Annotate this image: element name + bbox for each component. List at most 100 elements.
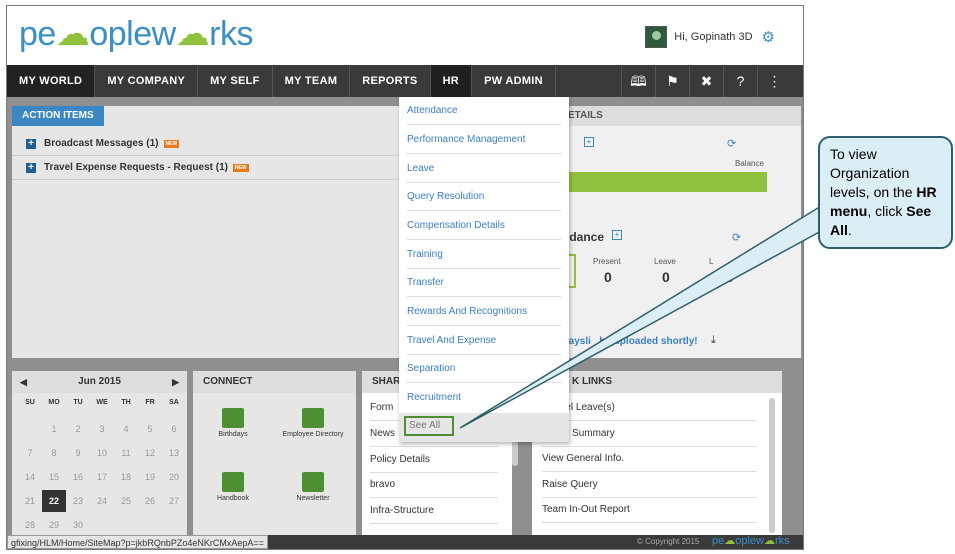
calendar-day[interactable]: 15 bbox=[42, 466, 66, 488]
calendar-day[interactable]: 21 bbox=[18, 490, 42, 512]
quick-links-title: K LINKS bbox=[532, 371, 782, 393]
quick-link[interactable]: Team In-Out Report bbox=[542, 497, 757, 523]
directory-label: Employee Directory bbox=[282, 431, 344, 438]
calendar-day[interactable]: 2 bbox=[66, 418, 90, 440]
calendar-day[interactable]: 6 bbox=[162, 418, 186, 440]
menu-item-separation[interactable]: Separation bbox=[407, 355, 561, 383]
expand-icon[interactable]: + bbox=[584, 137, 594, 147]
calendar-day[interactable]: 4 bbox=[114, 418, 138, 440]
calendar-day[interactable]: 27 bbox=[162, 490, 186, 512]
calendar-day[interactable]: 26 bbox=[138, 490, 162, 512]
calendar-day[interactable]: 9 bbox=[66, 442, 90, 464]
menu-item-transfer[interactable]: Transfer bbox=[407, 269, 561, 297]
tab-pw-admin[interactable]: PW ADMIN bbox=[472, 65, 556, 97]
menu-item-attendance[interactable]: Attendance bbox=[407, 97, 561, 125]
calendar-day[interactable]: 13 bbox=[162, 442, 186, 464]
gear-icon[interactable]: ⚙ bbox=[762, 28, 775, 46]
instruction-callout: To view Organization levels, on the HR m… bbox=[818, 136, 953, 249]
tab-hr[interactable]: HR bbox=[430, 65, 473, 97]
refresh-icon[interactable]: ⟳ bbox=[732, 231, 741, 244]
calendar-day[interactable]: 8 bbox=[42, 442, 66, 464]
calendar-day[interactable]: 3 bbox=[90, 418, 114, 440]
tab-my-company[interactable]: MY COMPANY bbox=[95, 65, 199, 97]
user-greeting: Hi, Gopinath 3D bbox=[674, 31, 753, 43]
hierarchy-icon[interactable]: ⋮ bbox=[757, 65, 791, 97]
calendar-day[interactable]: 23 bbox=[66, 490, 90, 512]
plus-icon[interactable]: + bbox=[26, 162, 36, 173]
calendar-day[interactable]: 29 bbox=[42, 514, 66, 536]
quick-link[interactable]: Cancel Leave(s) bbox=[542, 395, 757, 421]
status-bar-url: gfixing/HLM/Home/SiteMap?p=jkbRQnbPZo4eN… bbox=[7, 535, 268, 549]
calendar-day[interactable]: 25 bbox=[114, 490, 138, 512]
day-of-week-label: FR bbox=[145, 399, 155, 406]
calendar-day[interactable]: 17 bbox=[90, 466, 114, 488]
calendar-day[interactable]: 24 bbox=[90, 490, 114, 512]
action-item-row[interactable]: + Broadcast Messages (1) NEW bbox=[12, 132, 399, 156]
action-item-row[interactable]: + Travel Expense Requests - Request (1) … bbox=[12, 156, 399, 180]
calendar-day[interactable]: 19 bbox=[138, 466, 162, 488]
present-label: Present bbox=[593, 257, 621, 266]
quick-link[interactable]: Leave Summary bbox=[542, 421, 757, 447]
menu-item-rewards-and-recognitions[interactable]: Rewards And Recognitions bbox=[407, 298, 561, 326]
share-item[interactable]: bravo bbox=[370, 472, 498, 498]
tab-my-self[interactable]: MY SELF bbox=[198, 65, 273, 97]
peopleworks-logo[interactable]: pe☁oplew☁rks bbox=[19, 14, 253, 54]
flag-icon[interactable]: ⚑ bbox=[655, 65, 689, 97]
new-badge: NEW bbox=[232, 163, 249, 172]
expand-icon[interactable]: + bbox=[612, 230, 622, 240]
calendar-day[interactable]: 10 bbox=[90, 442, 114, 464]
logo-text: w bbox=[151, 15, 177, 53]
tools-icon[interactable]: ✖ bbox=[689, 65, 723, 97]
calendar-day[interactable]: 1 bbox=[42, 418, 66, 440]
share-item[interactable]: Policy Details bbox=[370, 447, 498, 473]
cake-icon bbox=[222, 408, 244, 428]
action-items-tab[interactable]: ACTION ITEMS bbox=[12, 106, 104, 126]
menu-item-performance-management[interactable]: Performance Management bbox=[407, 126, 561, 154]
calendar-day[interactable]: 5 bbox=[138, 418, 162, 440]
calendar-day[interactable]: 12 bbox=[138, 442, 162, 464]
calendar-day[interactable]: 14 bbox=[18, 466, 42, 488]
plus-icon[interactable]: + bbox=[26, 138, 36, 149]
download-icon[interactable]: ⤓ bbox=[711, 334, 716, 347]
logo-cloud-o: ☁ bbox=[724, 535, 736, 547]
avatar[interactable] bbox=[645, 26, 668, 48]
calendar-day[interactable]: 28 bbox=[18, 514, 42, 536]
next-month-icon[interactable]: ▶ bbox=[172, 371, 179, 393]
newsletter-link[interactable]: Newsletter bbox=[273, 466, 353, 518]
calendar-day[interactable]: 20 bbox=[162, 466, 186, 488]
quick-links-scrollbar[interactable] bbox=[769, 398, 775, 533]
see-all-button[interactable]: See All bbox=[404, 416, 454, 436]
quick-link[interactable]: View General Info. bbox=[542, 446, 757, 472]
calendar-day[interactable]: 11 bbox=[114, 442, 138, 464]
tab-reports[interactable]: REPORTS bbox=[350, 65, 431, 97]
other-label: L bbox=[709, 257, 714, 266]
action-item-label: Travel Expense Requests - Request (1) bbox=[44, 162, 228, 173]
callout-text: , click bbox=[867, 203, 907, 219]
logo-text: rks bbox=[209, 15, 253, 53]
refresh-icon[interactable]: ⟳ bbox=[727, 137, 736, 150]
calendar-day[interactable]: 30 bbox=[66, 514, 90, 536]
calendar-month: Jun 2015 bbox=[78, 376, 121, 387]
calendar-day[interactable]: 22 bbox=[42, 490, 66, 512]
employee-directory-link[interactable]: Employee Directory bbox=[273, 402, 353, 454]
callout-text: To view Organization levels, on the bbox=[830, 146, 917, 200]
quick-link[interactable]: Raise Query bbox=[542, 472, 757, 498]
calendar-day[interactable]: 16 bbox=[66, 466, 90, 488]
menu-item-travel-and-expense[interactable]: Travel And Expense bbox=[407, 327, 561, 355]
share-item[interactable]: Infra-Structure bbox=[370, 498, 498, 524]
menu-item-recruitment[interactable]: Recruitment bbox=[407, 384, 561, 412]
menu-item-training[interactable]: Training bbox=[407, 241, 561, 269]
menu-item-compensation-details[interactable]: Compensation Details bbox=[407, 212, 561, 240]
birthdays-link[interactable]: Birthdays bbox=[193, 402, 273, 454]
menu-item-query-resolution[interactable]: Query Resolution bbox=[407, 183, 561, 211]
menu-item-leave[interactable]: Leave bbox=[407, 155, 561, 183]
calendar-day[interactable]: 18 bbox=[114, 466, 138, 488]
help-icon[interactable]: ? bbox=[723, 65, 757, 97]
prev-month-icon[interactable]: ◀ bbox=[20, 371, 27, 393]
newsletter-icon bbox=[302, 472, 324, 492]
tab-my-world[interactable]: MY WORLD bbox=[7, 65, 96, 97]
handbook-link[interactable]: Handbook bbox=[193, 466, 273, 518]
book-icon[interactable]: 🕮 bbox=[621, 65, 655, 97]
tab-my-team[interactable]: MY TEAM bbox=[273, 65, 351, 97]
calendar-day[interactable]: 7 bbox=[18, 442, 42, 464]
